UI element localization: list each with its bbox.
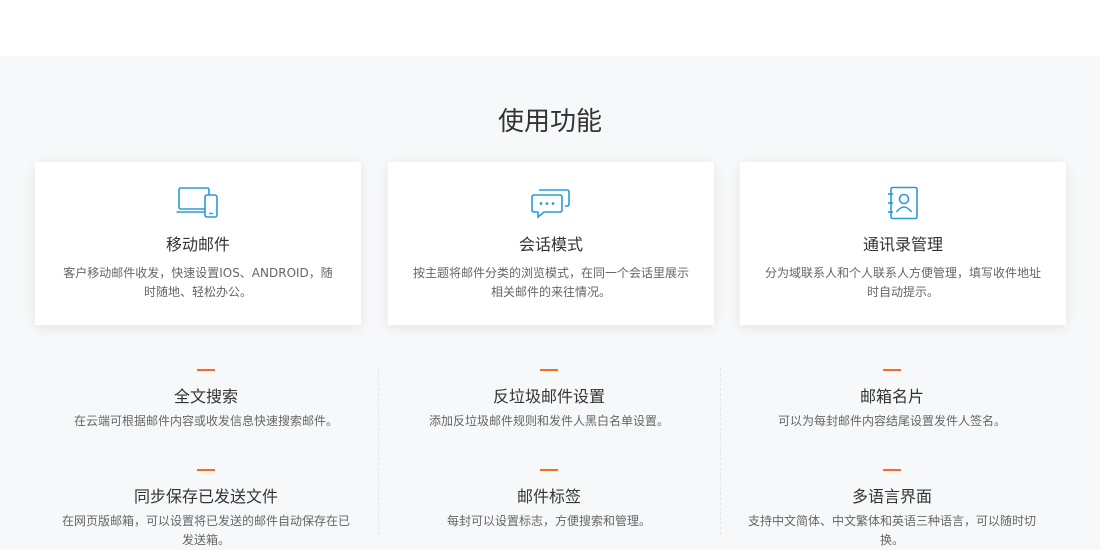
feature-multilanguage: 多语言界面 支持中文简体、中文繁体和英语三种语言，可以随时切换。	[727, 469, 1057, 550]
column-separator	[720, 368, 721, 535]
column-separator	[378, 368, 379, 535]
section-title: 使用功能	[497, 107, 602, 137]
feature-description: 添加反垃圾邮件规则和发件人黑白名单设置。	[428, 414, 669, 428]
feature-description: 在云端可根据邮件内容或收发信息快速搜索邮件。	[73, 414, 338, 428]
accent-dash	[883, 469, 901, 471]
feature-card-contacts[interactable]: 通讯录管理 分为域联系人和个人联系人方便管理，填写收件地址时自动提示。	[740, 162, 1066, 325]
feature-anti-spam: 反垃圾邮件设置 添加反垃圾邮件规则和发件人黑白名单设置。	[384, 369, 714, 431]
feature-mail-tags: 邮件标签 每封可以设置标志，方便搜索和管理。	[384, 469, 714, 531]
feature-description: 支持中文简体、中文繁体和英语三种语言，可以随时切换。	[747, 514, 1036, 547]
feature-card-conversation-mode[interactable]: 会话模式 按主题将邮件分类的浏览模式，在同一个会话里展示相关邮件的来往情况。	[388, 162, 714, 325]
accent-dash	[883, 369, 901, 371]
feature-title: 邮箱名片	[859, 387, 924, 406]
feature-description: 在网页版邮箱，可以设置将已发送的邮件自动保存在已发送箱。	[61, 514, 350, 547]
card-title: 会话模式	[518, 235, 583, 254]
feature-description: 可以为每封邮件内容结尾设置发件人签名。	[777, 414, 1006, 428]
feature-title: 多语言界面	[851, 487, 932, 506]
feature-title: 反垃圾邮件设置	[492, 387, 605, 406]
feature-signature-card: 邮箱名片 可以为每封邮件内容结尾设置发件人签名。	[727, 369, 1057, 431]
feature-title: 邮件标签	[516, 487, 581, 506]
feature-fulltext-search: 全文搜索 在云端可根据邮件内容或收发信息快速搜索邮件。	[41, 369, 371, 431]
accent-dash	[197, 369, 215, 371]
accent-dash	[540, 469, 558, 471]
feature-title: 同步保存已发送文件	[133, 487, 278, 506]
card-description: 分为域联系人和个人联系人方便管理，填写收件地址时自动提示。	[764, 266, 1041, 299]
card-description: 客户移动邮件收发，快速设置IOS、ANDROID，随时随地、轻松办公。	[63, 266, 333, 299]
feature-sync-sent: 同步保存已发送文件 在网页版邮箱，可以设置将已发送的邮件自动保存在已发送箱。	[41, 469, 371, 550]
feature-title: 全文搜索	[173, 387, 238, 406]
card-title: 通讯录管理	[862, 235, 943, 254]
devices-icon	[176, 187, 218, 218]
feature-card-mobile-mail[interactable]: 移动邮件 客户移动邮件收发，快速设置IOS、ANDROID，随时随地、轻松办公。	[35, 162, 361, 325]
contact-book-icon	[888, 186, 918, 220]
accent-dash	[197, 469, 215, 471]
card-description: 按主题将邮件分类的浏览模式，在同一个会话里展示相关邮件的来往情况。	[412, 266, 689, 299]
chat-bubbles-icon	[531, 189, 570, 219]
accent-dash	[540, 369, 558, 371]
card-title: 移动邮件	[165, 235, 230, 254]
feature-description: 每封可以设置标志，方便搜索和管理。	[446, 514, 651, 528]
top-header-bar	[0, 0, 1100, 56]
